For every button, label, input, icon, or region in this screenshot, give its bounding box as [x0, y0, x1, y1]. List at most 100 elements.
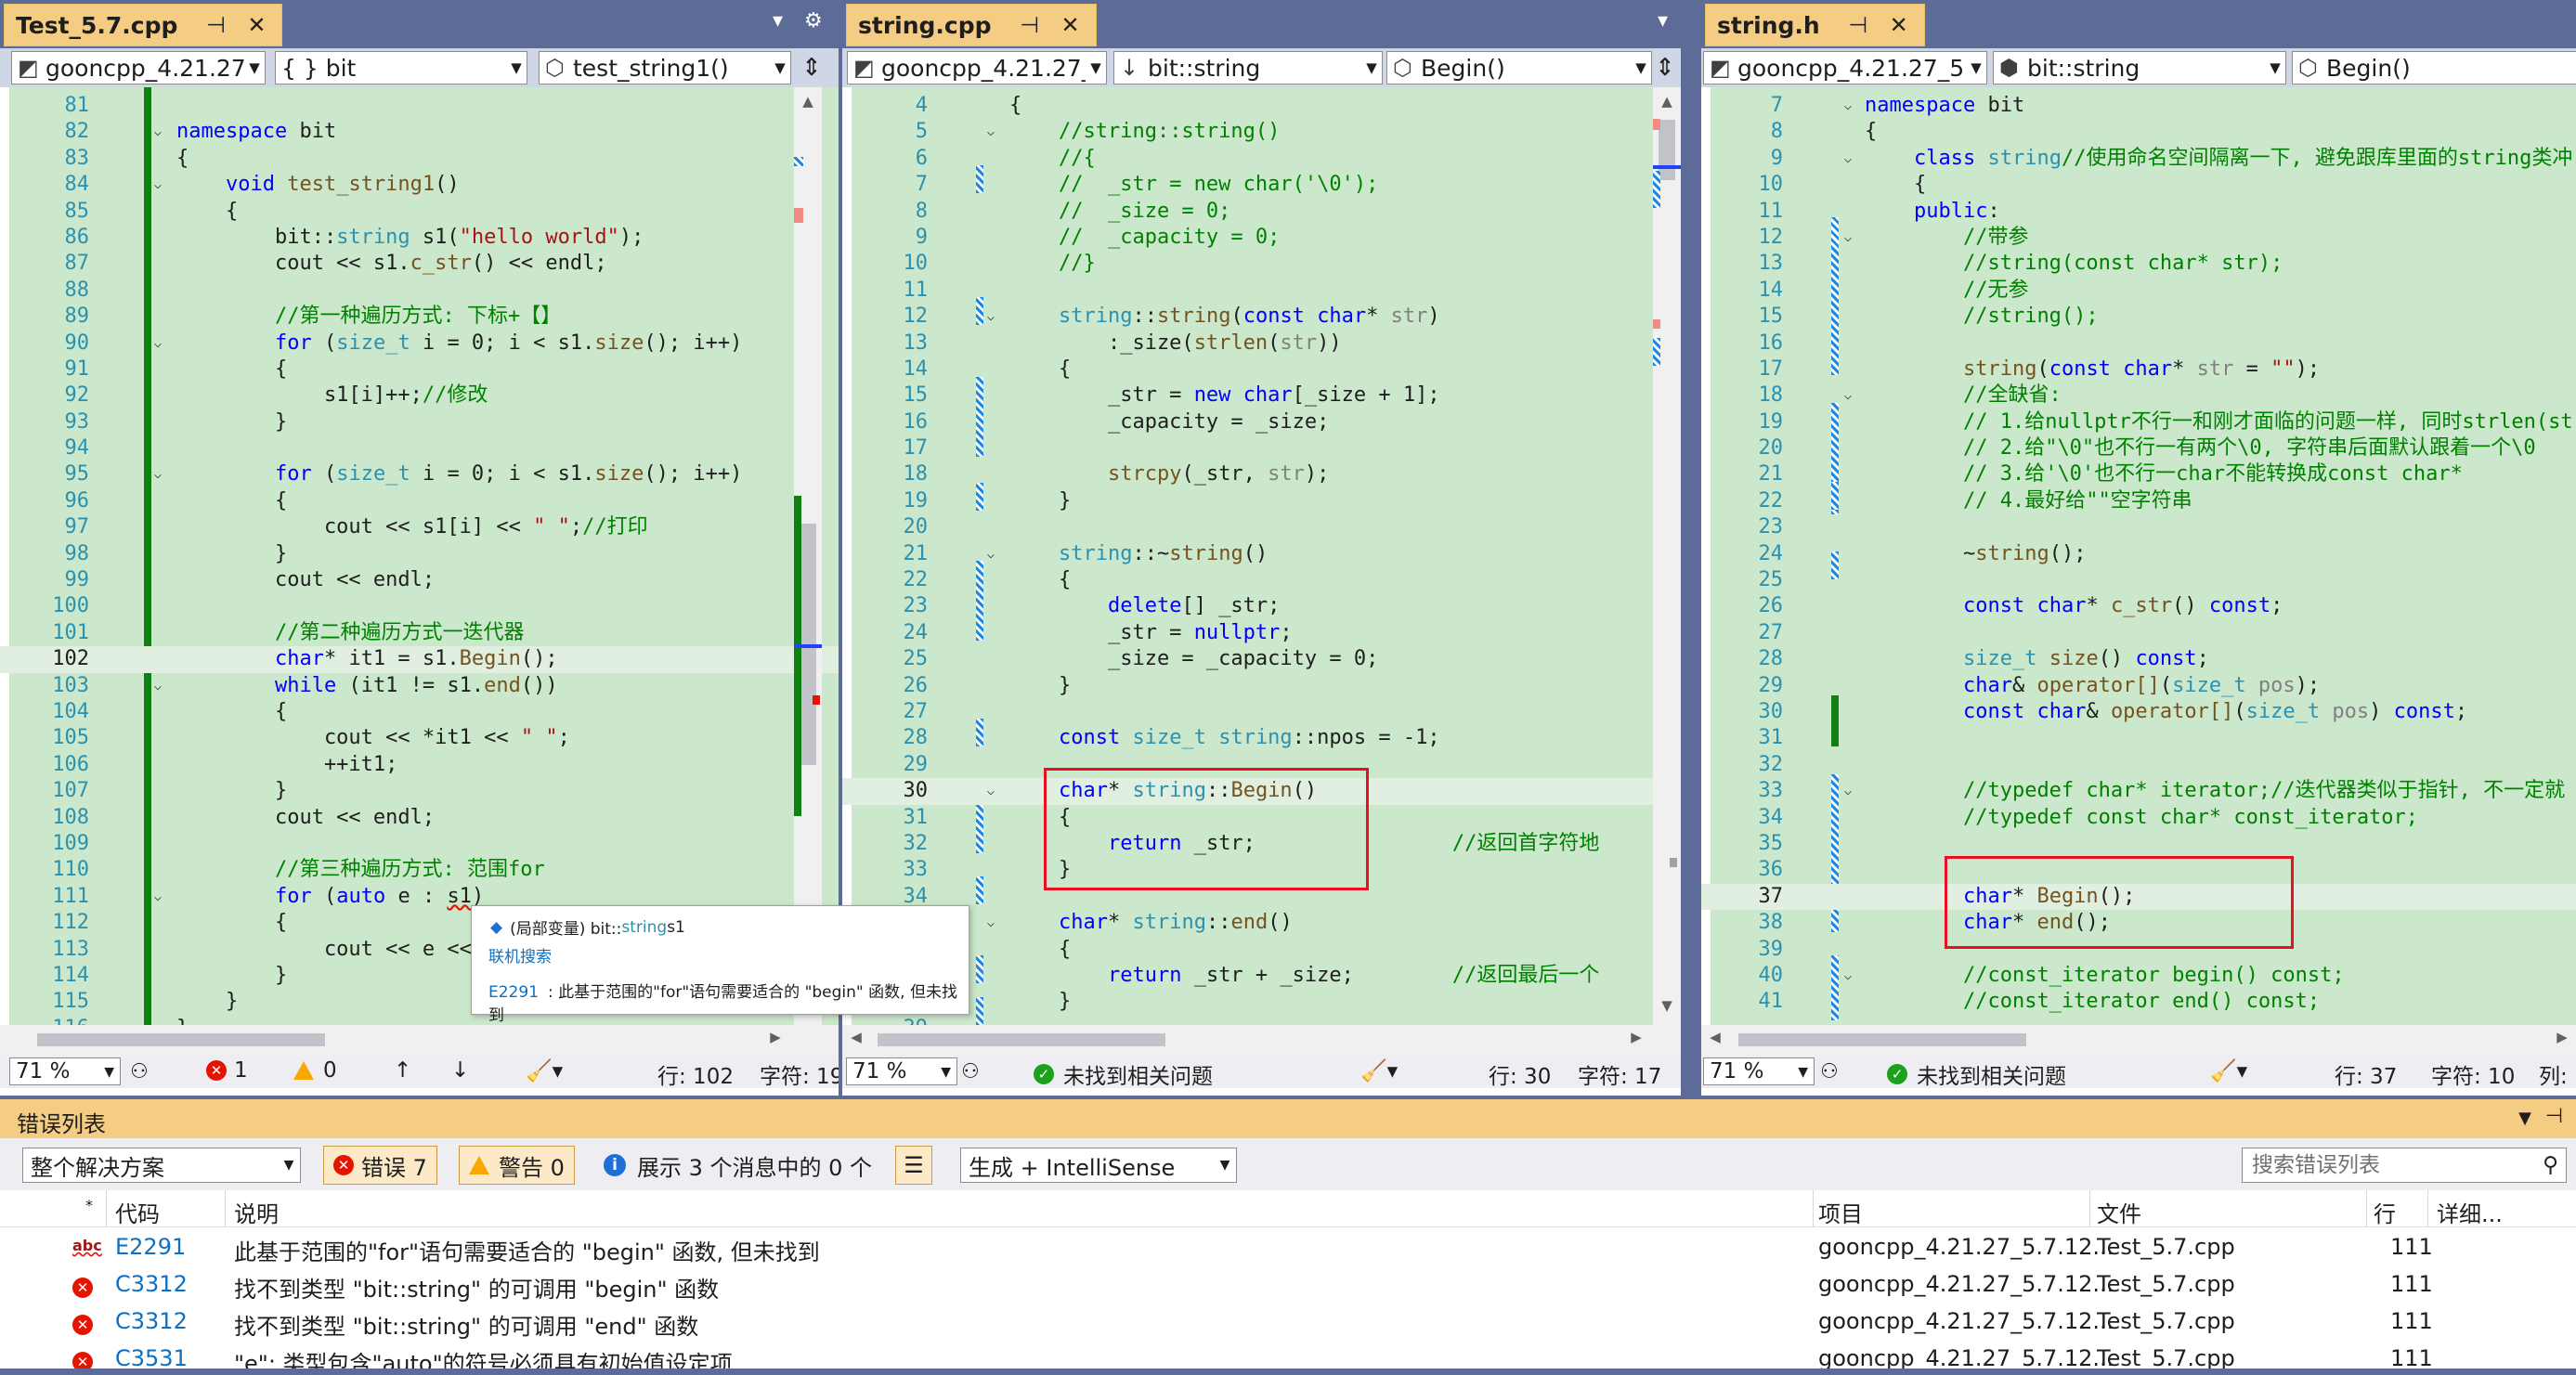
sort-icon[interactable]: ⁎: [85, 1192, 93, 1210]
member-dropdown[interactable]: ⬡ test_string1() ▼: [539, 51, 791, 84]
code-line[interactable]: 7 ⌵ namespace bit: [1701, 93, 2576, 119]
code-line[interactable]: 106 ++it1;: [0, 752, 839, 778]
fold-toggle-icon[interactable]: ⌵: [149, 331, 167, 357]
scroll-thumb[interactable]: [37, 1033, 325, 1046]
column-project[interactable]: 项目: [1818, 1196, 1863, 1228]
member-dropdown[interactable]: ⬡ Begin() ▼: [1386, 51, 1652, 84]
horizontal-scrollbar[interactable]: ◀ ▶: [1701, 1025, 2576, 1055]
code-line[interactable]: 82 ⌵ namespace bit: [0, 119, 839, 145]
code-line[interactable]: 110 //第三种遍历方式: 范围for: [0, 857, 839, 883]
fold-toggle-icon[interactable]: ⌵: [1839, 383, 1857, 409]
fold-toggle-icon[interactable]: ⌵: [149, 884, 167, 910]
fold-toggle-icon[interactable]: ⌵: [1839, 225, 1857, 251]
code-line[interactable]: 98 }: [0, 541, 839, 567]
code-line[interactable]: 92 s1[i]++;//修改: [0, 383, 839, 409]
code-editor[interactable]: 81 82 ⌵ namespace bit 83 {84 ⌵ void test_strin…: [0, 87, 839, 1025]
split-window-icon[interactable]: ⇕: [1650, 51, 1680, 84]
scroll-left-icon[interactable]: ◀: [842, 1029, 870, 1045]
tab-string-cpp[interactable]: string.cpp ⊣ ✕: [846, 4, 1097, 46]
scope-dropdown[interactable]: ⬢ bit::string ▼: [1993, 51, 2286, 84]
code-line[interactable]: 97 cout << s1[i] << " ";//打印: [0, 514, 839, 540]
code-line[interactable]: 19 // 1.给nullptr不行一和刚才面临的问题一样, 同时strlen(…: [1701, 409, 2576, 435]
health-icon[interactable]: ⚇: [130, 1060, 149, 1083]
health-icon[interactable]: ⚇: [961, 1060, 980, 1083]
code-line[interactable]: 108 cout << endl;: [0, 805, 839, 831]
fold-toggle-icon[interactable]: ⌵: [982, 910, 1000, 936]
column-description[interactable]: 说明: [234, 1196, 279, 1228]
code-line[interactable]: 4{: [842, 93, 1681, 119]
pin-icon[interactable]: ⊣: [1844, 12, 1872, 38]
code-line[interactable]: 12 ⌵ string::string(const char* str): [842, 304, 1681, 330]
code-line[interactable]: 29 char& operator[](size_t pos);: [1701, 673, 2576, 699]
error-code-link[interactable]: E2291: [488, 983, 539, 1002]
error-code[interactable]: C3312: [115, 1271, 188, 1297]
code-line[interactable]: 94: [0, 435, 839, 461]
close-icon[interactable]: ✕: [242, 12, 270, 38]
code-line[interactable]: 85 {: [0, 199, 839, 225]
code-line[interactable]: 14 //无参: [1701, 278, 2576, 304]
code-line[interactable]: 12 ⌵ //带参: [1701, 225, 2576, 251]
code-line[interactable]: 21 // 3.给'\0'也不行一char不能转换成const char*: [1701, 461, 2576, 487]
close-icon[interactable]: ✕: [1885, 12, 1913, 38]
split-window-icon[interactable]: ⇕: [797, 51, 826, 84]
fold-toggle-icon[interactable]: ⌵: [982, 304, 1000, 330]
error-code[interactable]: C3312: [115, 1308, 188, 1334]
warning-count[interactable]: 0: [293, 1058, 337, 1083]
code-line[interactable]: 41 //const_iterator end() const;: [1701, 989, 2576, 1015]
cleanup-icon[interactable]: 🧹▾: [526, 1058, 563, 1083]
code-editor[interactable]: 4{5 ⌵ //string::string() 6 //{7 // _str = …: [842, 87, 1681, 1025]
cleanup-icon[interactable]: 🧹▾: [2210, 1058, 2247, 1083]
column-line[interactable]: 行: [2374, 1196, 2396, 1228]
code-line[interactable]: 25: [1701, 567, 2576, 593]
fold-toggle-icon[interactable]: ⌵: [149, 461, 167, 487]
scroll-right-icon[interactable]: ▶: [2548, 1029, 2576, 1045]
scroll-up-icon[interactable]: ▲: [794, 93, 822, 110]
scroll-right-icon[interactable]: ▶: [1622, 1029, 1650, 1045]
scroll-thumb[interactable]: [1659, 120, 1675, 180]
project-dropdown[interactable]: ◩ gooncpp_4.21.27_ ▼: [11, 51, 266, 84]
fold-toggle-icon[interactable]: ⌵: [149, 673, 167, 699]
pin-icon[interactable]: ⊣: [1016, 12, 1044, 38]
no-issues-indicator[interactable]: ✓ 未找到相关问题: [1034, 1058, 1213, 1090]
horizontal-scrollbar[interactable]: ◀ ▶: [842, 1025, 1681, 1055]
code-line[interactable]: 17 string(const char* str = "");: [1701, 357, 2576, 383]
code-line[interactable]: 30 const char& operator[](size_t pos) co…: [1701, 699, 2576, 725]
pin-icon[interactable]: ⊣: [202, 12, 229, 38]
code-line[interactable]: 101 //第二种遍历方式一迭代器: [0, 620, 839, 646]
scroll-right-icon[interactable]: ▶: [761, 1029, 789, 1045]
pin-icon[interactable]: ⊣: [2545, 1105, 2563, 1128]
fold-toggle-icon[interactable]: ⌵: [1839, 963, 1857, 989]
code-line[interactable]: 27: [1701, 620, 2576, 646]
code-line[interactable]: 105 cout << *it1 << " ";: [0, 725, 839, 751]
code-line[interactable]: 11: [842, 278, 1681, 304]
error-row[interactable]: ✕ C3312 找不到类型 "bit::string" 的可调用 "end" 函数 g…: [0, 1304, 2576, 1341]
scroll-thumb[interactable]: [1738, 1033, 2026, 1046]
error-count[interactable]: ✕ 1: [206, 1058, 248, 1083]
fold-toggle-icon[interactable]: ⌵: [149, 119, 167, 145]
code-line[interactable]: 107 }: [0, 778, 839, 804]
prev-issue-icon[interactable]: ↑: [394, 1058, 411, 1083]
code-line[interactable]: 31: [1701, 725, 2576, 751]
code-line[interactable]: 5 ⌵ //string::string(): [842, 119, 1681, 145]
column-code[interactable]: 代码: [115, 1196, 160, 1228]
fold-toggle-icon[interactable]: ⌵: [982, 119, 1000, 145]
code-line[interactable]: 28 size_t size() const;: [1701, 646, 2576, 672]
code-line[interactable]: 27: [842, 699, 1681, 725]
code-line[interactable]: 25 _size = _capacity = 0;: [842, 646, 1681, 672]
project-dropdown[interactable]: ◩ gooncpp_4.21.27_5.7 ▼: [1703, 51, 1987, 84]
code-line[interactable]: 8 // _size = 0;: [842, 199, 1681, 225]
vertical-scrollbar[interactable]: ▲ ▼: [1653, 87, 1681, 1025]
code-line[interactable]: 13 //string(const char* str);: [1701, 251, 2576, 277]
tab-test-cpp[interactable]: Test_5.7.cpp ⊣ ✕: [4, 4, 283, 46]
code-line[interactable]: 95 ⌵ for (size_t i = 0; i < s1.size(); i+…: [0, 461, 839, 487]
horizontal-scrollbar[interactable]: ▶: [0, 1025, 839, 1055]
code-line[interactable]: 83 {: [0, 146, 839, 172]
zoom-dropdown[interactable]: 71 % ▼: [846, 1057, 957, 1085]
code-editor[interactable]: 7 ⌵ namespace bit 8{9 ⌵ class string//使用命名空间…: [1701, 87, 2576, 1025]
fold-toggle-icon[interactable]: ⌵: [982, 541, 1000, 567]
vertical-scrollbar[interactable]: ▲: [794, 87, 822, 1025]
errors-filter-button[interactable]: ✕ 错误 7: [323, 1146, 437, 1185]
code-line[interactable]: 96 {: [0, 488, 839, 514]
code-line[interactable]: 8{: [1701, 119, 2576, 145]
gear-icon[interactable]: ⚙: [804, 9, 823, 32]
